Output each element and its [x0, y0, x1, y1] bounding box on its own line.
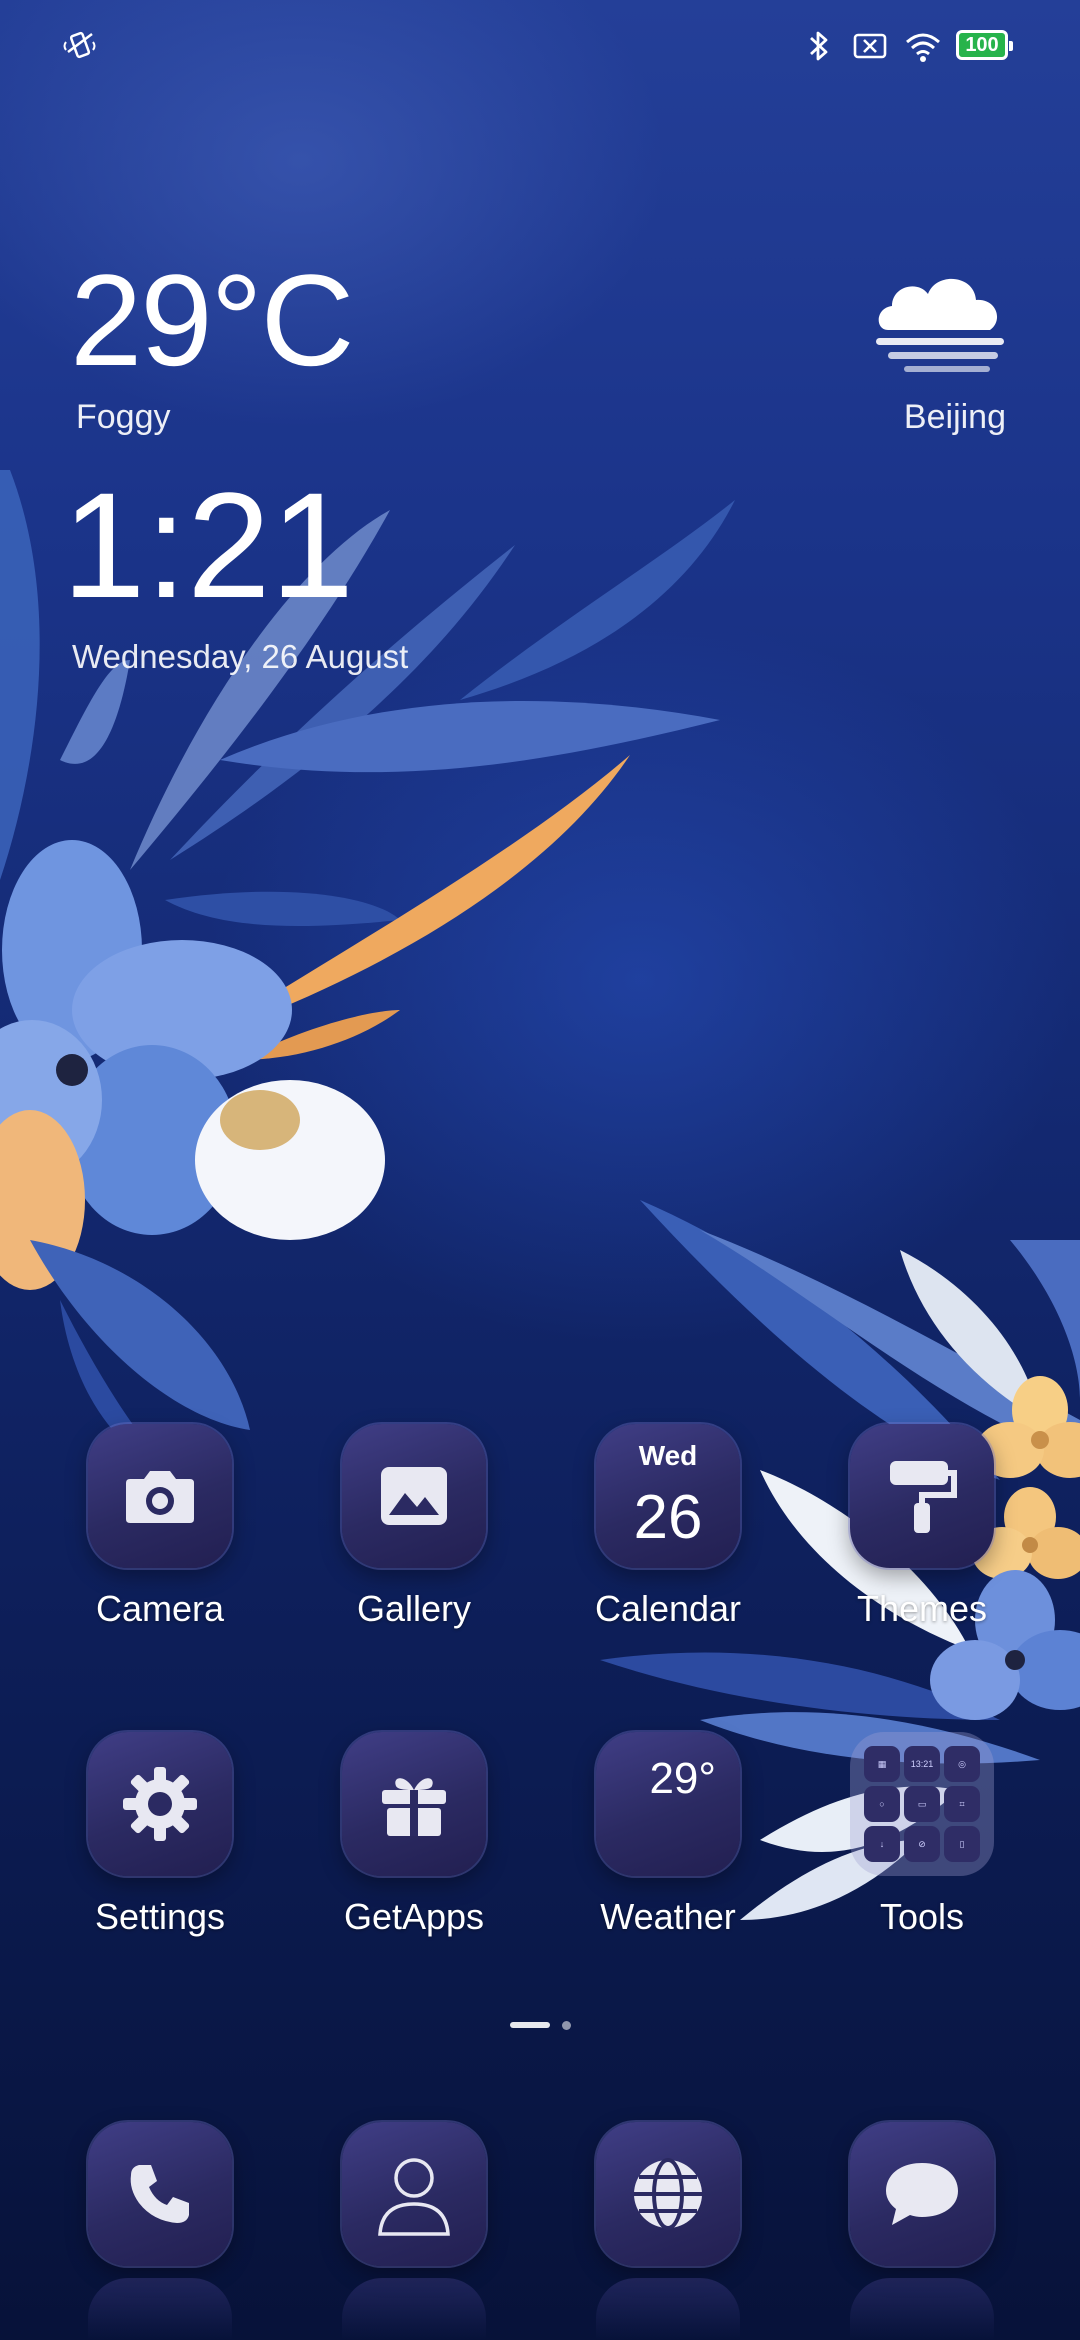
app-settings[interactable]: Settings: [50, 1732, 270, 1938]
gift-icon[interactable]: [342, 1732, 486, 1876]
dock-reflection: [88, 2278, 232, 2340]
app-themes[interactable]: Themes: [812, 1424, 1032, 1630]
battery-level: 100: [965, 33, 999, 56]
app-label: Gallery: [356, 1588, 472, 1629]
browser-icon[interactable]: [596, 2122, 740, 2266]
app-calendar[interactable]: Wed 26 Calendar: [558, 1424, 778, 1630]
calculator-icon: ▦: [864, 1746, 900, 1782]
messages-icon[interactable]: [850, 2122, 994, 2266]
screen-recorder-icon: ▭: [904, 1786, 940, 1822]
app-label: Camera: [95, 1588, 225, 1629]
dock-reflection: [850, 2278, 994, 2340]
dock-reflection: [342, 2278, 486, 2340]
temperature-display[interactable]: 29°C: [70, 255, 354, 385]
app-camera[interactable]: Camera: [50, 1424, 270, 1630]
page-dot-active: [509, 2022, 550, 2028]
scanner-icon: ⌗: [944, 1786, 980, 1822]
fog-cloud-icon: [870, 268, 1010, 378]
remote-icon: ▯: [944, 1826, 980, 1862]
app-label: Tools: [879, 1896, 965, 1937]
app-gallery[interactable]: Gallery: [304, 1424, 524, 1630]
clock-time[interactable]: 1:21: [62, 470, 354, 620]
bluetooth-icon: [806, 28, 832, 69]
weather-condition: Foggy: [76, 398, 171, 436]
wifi-icon: [904, 28, 942, 69]
weather-city: Beijing: [903, 398, 1006, 436]
app-label: Weather: [600, 1896, 736, 1937]
dock-contacts[interactable]: [304, 2122, 524, 2266]
folder-icon[interactable]: ▦ 13:21 ◎ ○ ▭ ⌗ ↓ ⊘ ▯: [850, 1732, 994, 1876]
dock-browser[interactable]: [558, 2122, 778, 2266]
app-label: Themes: [856, 1588, 988, 1629]
dock-messages[interactable]: [812, 2122, 1032, 2266]
contacts-icon[interactable]: [342, 2122, 486, 2266]
app-getapps[interactable]: GetApps: [304, 1732, 524, 1938]
app-label: Settings: [94, 1896, 226, 1937]
clock-date[interactable]: Wednesday, 26 August: [72, 638, 408, 676]
page-indicator: [0, 2021, 1080, 2030]
downloads-icon: ↓: [864, 1826, 900, 1862]
app-label: Calendar: [594, 1588, 742, 1629]
calendar-date: 26: [633, 1483, 703, 1552]
calendar-icon[interactable]: Wed 26: [596, 1424, 740, 1568]
camera-icon[interactable]: [88, 1424, 232, 1568]
app-label: GetApps: [343, 1896, 485, 1937]
clock-mini: 13:21: [904, 1746, 940, 1782]
weather-icon-temp: 29°: [649, 1754, 716, 1803]
weather-icon[interactable]: 29°: [596, 1732, 740, 1876]
cleaner-icon: ⊘: [904, 1826, 940, 1862]
paint-roller-icon[interactable]: [850, 1424, 994, 1568]
battery-indicator: 100: [956, 30, 1013, 60]
calendar-day: Wed: [638, 1440, 698, 1471]
dock-phone[interactable]: [50, 2122, 270, 2266]
gear-icon[interactable]: [88, 1732, 232, 1876]
page-dot: [561, 2021, 571, 2030]
app-weather[interactable]: 29° Weather: [558, 1732, 778, 1938]
phone-icon[interactable]: [88, 2122, 232, 2266]
recorder-icon: ○: [864, 1786, 900, 1822]
gallery-icon[interactable]: [342, 1424, 486, 1568]
app-tools-folder[interactable]: ▦ 13:21 ◎ ○ ▭ ⌗ ↓ ⊘ ▯ Tools: [812, 1732, 1032, 1938]
dock-reflection: [596, 2278, 740, 2340]
vibrate-icon: [62, 28, 98, 69]
no-sim-icon: [852, 28, 888, 69]
compass-icon: ◎: [944, 1746, 980, 1782]
